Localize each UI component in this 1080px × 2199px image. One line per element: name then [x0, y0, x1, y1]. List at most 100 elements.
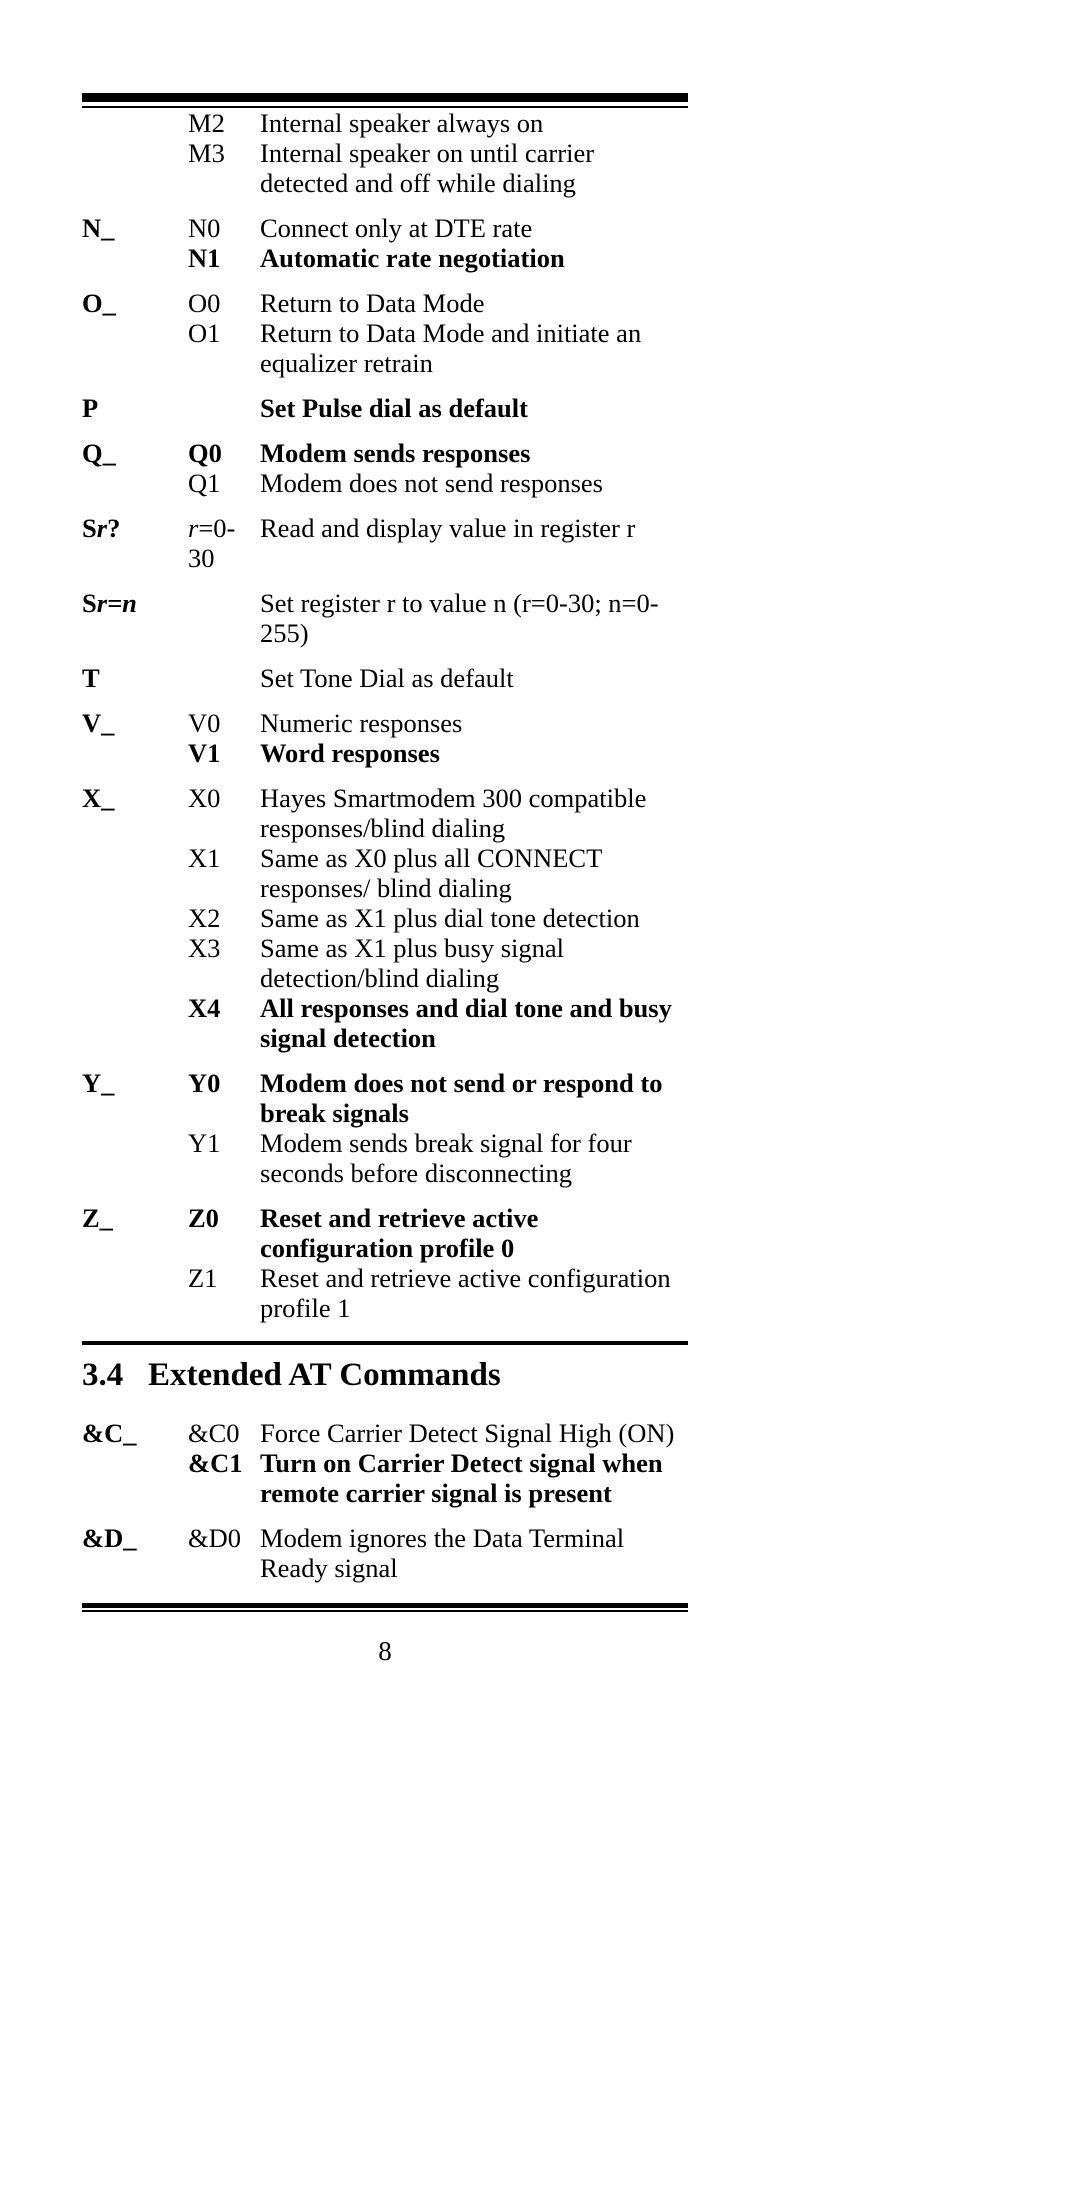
description-cell: Return to Data Mode and initiate an equa…	[260, 318, 642, 378]
description-cell: Modem sends break signal for four second…	[260, 1128, 632, 1188]
table-row: O1 Return to Data Mode and initiate an eq…	[82, 318, 688, 378]
table-row: T Set Tone Dial as default	[82, 648, 688, 693]
command-cell	[82, 903, 188, 933]
table-row: M3 Internal speaker on until carrier dete…	[82, 138, 688, 198]
command-cell	[82, 843, 188, 903]
command-cell: Sr=n	[82, 588, 137, 618]
command-cell: T	[82, 663, 100, 693]
option-cell: Q0	[188, 438, 222, 468]
description-cell: Set Tone Dial as default	[260, 663, 514, 693]
table-row: &C1 Turn on Carrier Detect signal when re…	[82, 1448, 688, 1508]
table-row: Q1 Modem does not send responses	[82, 468, 688, 498]
description-cell: Same as X1 plus busy signal detection/bl…	[260, 933, 564, 993]
description-cell: Numeric responses	[260, 708, 463, 738]
section-heading: 3.4 Extended AT Commands	[82, 1355, 688, 1395]
description-cell: Internal speaker always on	[260, 108, 544, 138]
command-cell	[82, 1263, 188, 1323]
document-page: M2 Internal speaker always on M3 Internal s…	[82, 0, 688, 1667]
command-cell: N_	[82, 213, 115, 243]
command-cell: V_	[82, 708, 115, 738]
option-cell: r=0-30	[188, 513, 236, 573]
bottom-rule-thin	[82, 1610, 688, 1612]
extended-at-commands-table: &C_ &C0 Force Carrier Detect Signal High (…	[82, 1403, 688, 1583]
top-rule-thick	[82, 93, 688, 102]
option-cell: X2	[188, 903, 221, 933]
option-cell: V0	[188, 708, 221, 738]
table-row: Q_ Q0 Modem sends responses	[82, 423, 688, 468]
description-cell: Turn on Carrier Detect signal when remot…	[260, 1448, 663, 1508]
table-row: Sr? r=0-30 Read and display value in regis…	[82, 498, 688, 573]
option-cell: V1	[188, 738, 221, 768]
table-row: Z1 Reset and retrieve active configuratio…	[82, 1263, 688, 1323]
table-row: P Set Pulse dial as default	[82, 378, 688, 423]
table-row: &C_ &C0 Force Carrier Detect Signal High (…	[82, 1403, 688, 1448]
command-cell	[82, 1448, 188, 1508]
table-row: X3 Same as X1 plus busy signal detection/…	[82, 933, 688, 993]
description-cell: Return to Data Mode	[260, 288, 485, 318]
option-cell: &C0	[188, 1418, 240, 1448]
description-cell: Modem sends responses	[260, 438, 531, 468]
option-cell	[188, 648, 260, 693]
description-cell: All responses and dial tone and busy sig…	[260, 993, 672, 1053]
table-row: Y_ Y0 Modem does not send or respond to br…	[82, 1053, 688, 1128]
option-cell: O1	[188, 318, 221, 348]
option-cell: N1	[188, 243, 221, 273]
command-cell: X_	[82, 783, 115, 813]
table-row: N_ N0 Connect only at DTE rate	[82, 198, 688, 243]
table-row: V_ V0 Numeric responses	[82, 693, 688, 738]
option-cell	[188, 573, 260, 648]
command-cell	[82, 993, 188, 1053]
option-cell: Q1	[188, 468, 221, 498]
section-number: 3.4	[82, 1357, 124, 1393]
table-row: N1 Automatic rate negotiation	[82, 243, 688, 273]
table-row: X_ X0 Hayes Smartmodem 300 compatible resp…	[82, 768, 688, 843]
description-cell: Reset and retrieve active configuration …	[260, 1263, 671, 1323]
option-cell: O0	[188, 288, 221, 318]
command-cell: &C_	[82, 1418, 137, 1448]
command-cell	[82, 108, 188, 138]
command-cell	[82, 138, 188, 198]
command-cell: Sr?	[82, 513, 121, 543]
table-row: Z_ Z0 Reset and retrieve active configurat…	[82, 1188, 688, 1263]
option-cell: X1	[188, 843, 221, 873]
option-cell: X3	[188, 933, 221, 963]
section-rule	[82, 1341, 688, 1345]
bottom-rule	[82, 1603, 688, 1612]
command-cell: P	[82, 393, 99, 423]
option-cell: Z1	[188, 1263, 218, 1293]
option-cell: &D0	[188, 1523, 241, 1553]
option-cell: Y1	[188, 1128, 221, 1158]
table-row: M2 Internal speaker always on	[82, 108, 688, 138]
description-cell: Internal speaker on until carrier detect…	[260, 138, 595, 198]
description-cell: Connect only at DTE rate	[260, 213, 533, 243]
table-row: Sr=n Set register r to value n (r=0-30; n…	[82, 573, 688, 648]
description-cell: Modem ignores the Data Terminal Ready si…	[260, 1523, 625, 1583]
table-row: Y1 Modem sends break signal for four seco…	[82, 1128, 688, 1188]
command-cell	[82, 933, 188, 993]
section-title: Extended AT Commands	[148, 1357, 501, 1393]
description-cell: Set Pulse dial as default	[260, 393, 528, 423]
description-cell: Modem does not send or respond to break …	[260, 1068, 663, 1128]
top-rule	[82, 93, 688, 108]
command-cell: O_	[82, 288, 116, 318]
option-cell: M2	[188, 108, 225, 138]
option-cell: Y0	[188, 1068, 221, 1098]
description-cell: Hayes Smartmodem 300 compatible response…	[260, 783, 647, 843]
command-cell	[82, 318, 188, 378]
command-cell: Y_	[82, 1068, 115, 1098]
table-row: O_ O0 Return to Data Mode	[82, 273, 688, 318]
description-cell: Same as X1 plus dial tone detection	[260, 903, 640, 933]
option-cell: Z0	[188, 1203, 219, 1233]
description-cell: Force Carrier Detect Signal High (ON)	[260, 1418, 675, 1448]
command-cell	[82, 738, 188, 768]
table-row: X2 Same as X1 plus dial tone detection	[82, 903, 688, 933]
command-cell: Q_	[82, 438, 116, 468]
option-cell: X4	[188, 993, 221, 1023]
command-cell	[82, 243, 188, 273]
option-cell: M3	[188, 138, 225, 168]
description-cell: Modem does not send responses	[260, 468, 603, 498]
description-cell: Automatic rate negotiation	[260, 243, 565, 273]
option-cell: N0	[188, 213, 221, 243]
table-row: V1 Word responses	[82, 738, 688, 768]
table-row: X4 All responses and dial tone and busy s…	[82, 993, 688, 1053]
